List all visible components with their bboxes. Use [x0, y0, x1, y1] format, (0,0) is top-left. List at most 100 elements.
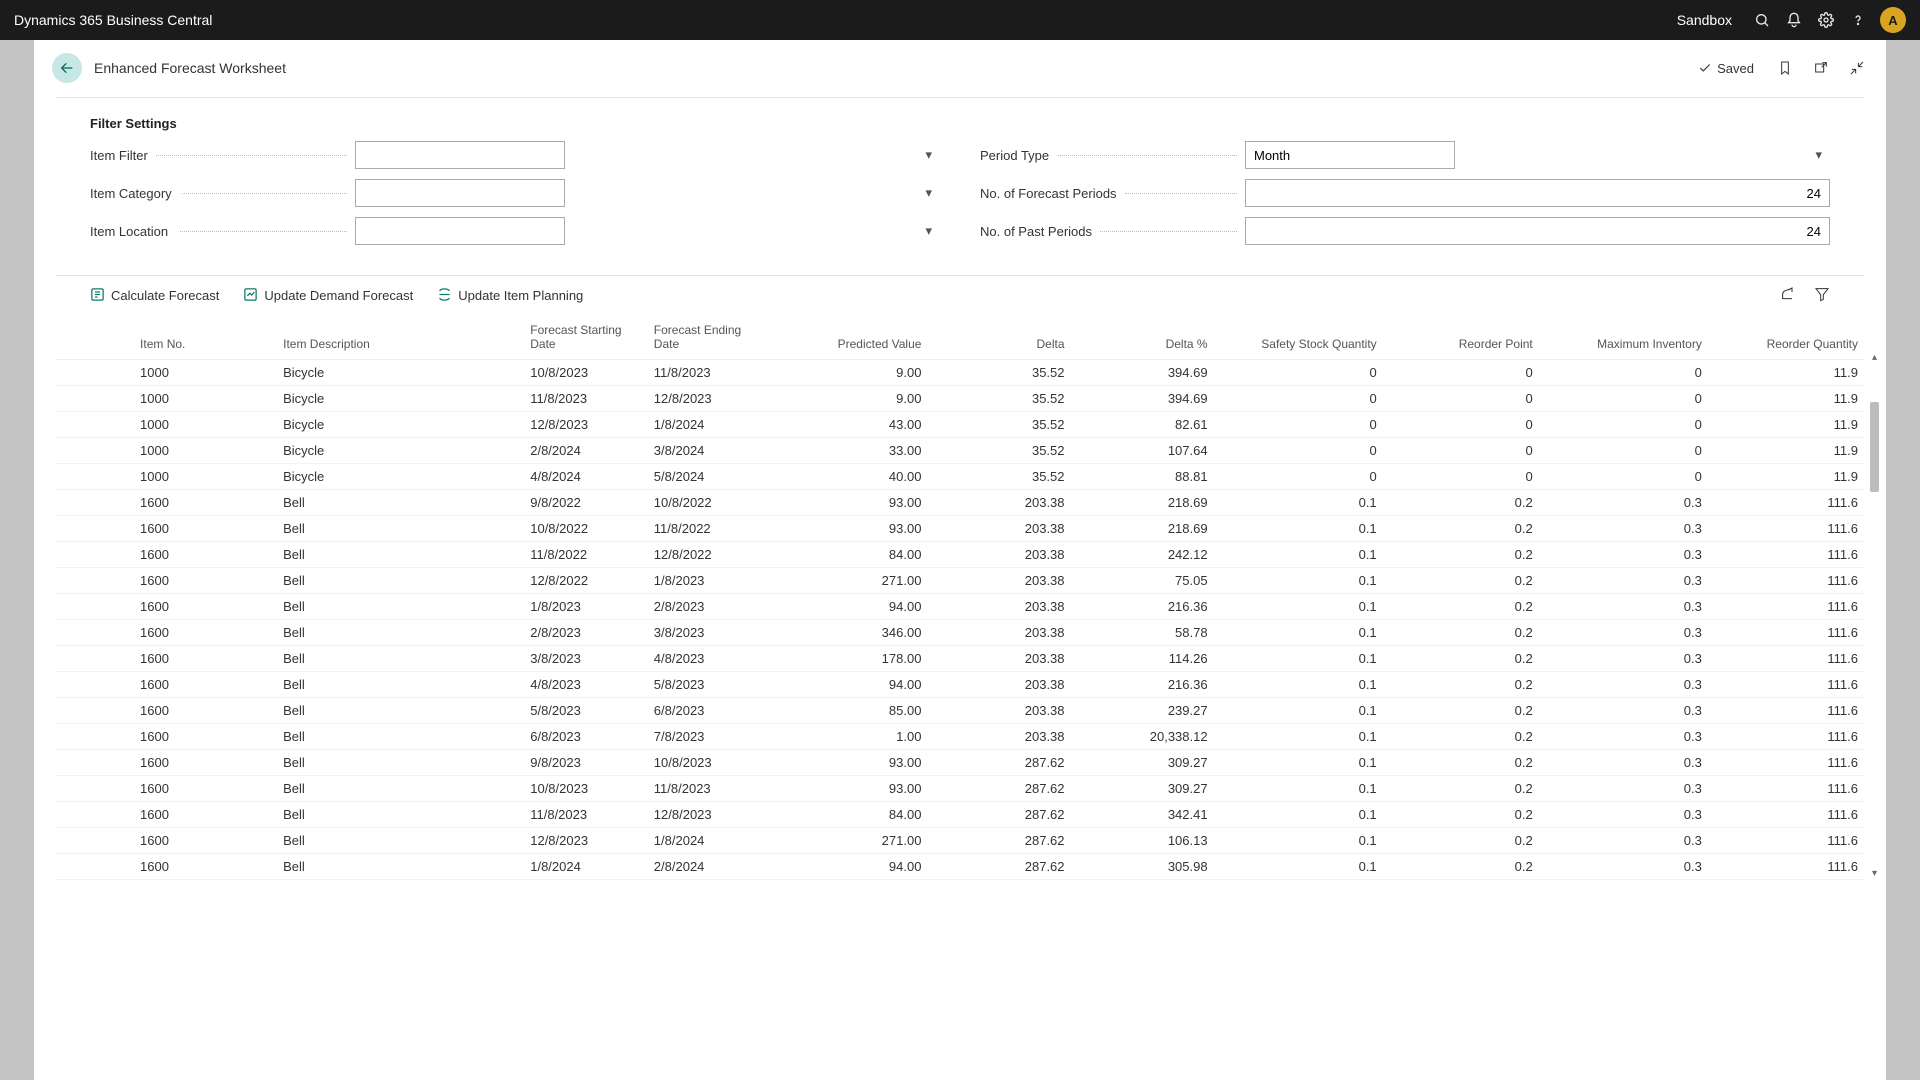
col-delta[interactable]: Delta	[927, 315, 1070, 360]
cell-max-inv: 0.3	[1539, 542, 1708, 568]
table-row[interactable]: 1600Bell10/8/202211/8/202293.00203.38218…	[56, 516, 1864, 542]
col-safety[interactable]: Safety Stock Quantity	[1214, 315, 1383, 360]
table-row[interactable]: 1600Bell11/8/202212/8/202284.00203.38242…	[56, 542, 1864, 568]
cell-safety: 0	[1214, 360, 1383, 386]
checkmark-icon	[1698, 61, 1712, 75]
cell-predicted: 94.00	[771, 672, 927, 698]
cell-reorder-point: 0.2	[1383, 724, 1539, 750]
period-type-select[interactable]	[1245, 141, 1455, 169]
cell-fc-start: 10/8/2023	[524, 776, 648, 802]
cell-delta-pct: 216.36	[1071, 672, 1214, 698]
item-category-input[interactable]	[355, 179, 565, 207]
table-row[interactable]: 1600Bell11/8/202312/8/202384.00287.62342…	[56, 802, 1864, 828]
cell-reorder-qty: 111.6	[1708, 568, 1864, 594]
cell-reorder-point: 0.2	[1383, 854, 1539, 880]
cell-delta: 203.38	[927, 620, 1070, 646]
col-fc-end[interactable]: Forecast Ending Date	[648, 315, 772, 360]
cell-delta-pct: 75.05	[1071, 568, 1214, 594]
update-demand-forecast-button[interactable]: Update Demand Forecast	[243, 287, 413, 305]
item-filter-input[interactable]	[355, 141, 565, 169]
scroll-up-arrow[interactable]: ▴	[1867, 350, 1882, 364]
cell-reorder-qty: 111.6	[1708, 828, 1864, 854]
table-row[interactable]: 1600Bell12/8/20221/8/2023271.00203.3875.…	[56, 568, 1864, 594]
cell-delta: 35.52	[927, 386, 1070, 412]
col-item-no[interactable]: Item No.	[134, 315, 277, 360]
cell-item-desc: Bell	[277, 646, 524, 672]
table-row[interactable]: 1000Bicycle2/8/20243/8/202433.0035.52107…	[56, 438, 1864, 464]
cell-fc-end: 11/8/2023	[648, 776, 772, 802]
col-fc-start[interactable]: Forecast Starting Date	[524, 315, 648, 360]
past-periods-input[interactable]	[1245, 217, 1830, 245]
table-row[interactable]: 1600Bell2/8/20233/8/2023346.00203.3858.7…	[56, 620, 1864, 646]
table-row[interactable]: 1600Bell6/8/20237/8/20231.00203.3820,338…	[56, 724, 1864, 750]
cell-fc-start: 4/8/2023	[524, 672, 648, 698]
update-item-planning-button[interactable]: Update Item Planning	[437, 287, 583, 305]
table-row[interactable]: 1600Bell1/8/20232/8/202394.00203.38216.3…	[56, 594, 1864, 620]
calculate-icon	[90, 287, 105, 305]
table-row[interactable]: 1600Bell4/8/20235/8/202394.00203.38216.3…	[56, 672, 1864, 698]
table-row[interactable]: 1600Bell9/8/202210/8/202293.00203.38218.…	[56, 490, 1864, 516]
cell-delta-pct: 309.27	[1071, 750, 1214, 776]
cell-predicted: 346.00	[771, 620, 927, 646]
cell-item-no: 1600	[134, 568, 277, 594]
cell-safety: 0.1	[1214, 490, 1383, 516]
filter-icon[interactable]	[1814, 286, 1830, 305]
search-icon[interactable]	[1746, 4, 1778, 36]
cell-fc-start: 11/8/2023	[524, 386, 648, 412]
item-location-input[interactable]	[355, 217, 565, 245]
cell-predicted: 40.00	[771, 464, 927, 490]
cell-predicted: 93.00	[771, 776, 927, 802]
col-item-desc[interactable]: Item Description	[277, 315, 524, 360]
col-reorder-qty[interactable]: Reorder Quantity	[1708, 315, 1864, 360]
scroll-thumb[interactable]	[1870, 402, 1879, 492]
scroll-down-arrow[interactable]: ▾	[1867, 866, 1882, 880]
table-row[interactable]: 1600Bell9/8/202310/8/202393.00287.62309.…	[56, 750, 1864, 776]
filter-row-past-periods: No. of Past Periods	[980, 217, 1830, 245]
cell-max-inv: 0.3	[1539, 568, 1708, 594]
cell-fc-end: 10/8/2023	[648, 750, 772, 776]
help-icon[interactable]	[1842, 4, 1874, 36]
user-avatar[interactable]: A	[1880, 7, 1906, 33]
table-row[interactable]: 1000Bicycle11/8/202312/8/20239.0035.5239…	[56, 386, 1864, 412]
forecast-periods-input[interactable]	[1245, 179, 1830, 207]
cell-predicted: 94.00	[771, 854, 927, 880]
table-row[interactable]: 1600Bell5/8/20236/8/202385.00203.38239.2…	[56, 698, 1864, 724]
table-row[interactable]: 1000Bicycle10/8/202311/8/20239.0035.5239…	[56, 360, 1864, 386]
page-container: Enhanced Forecast Worksheet Saved Filter…	[34, 40, 1886, 1080]
table-row[interactable]: 1000Bicycle12/8/20231/8/202443.0035.5282…	[56, 412, 1864, 438]
vertical-scrollbar[interactable]: ▴ ▾	[1867, 350, 1882, 880]
scroll-track[interactable]	[1870, 364, 1879, 866]
table-row[interactable]: 1600Bell3/8/20234/8/2023178.00203.38114.…	[56, 646, 1864, 672]
table-row[interactable]: 1600Bell12/8/20231/8/2024271.00287.62106…	[56, 828, 1864, 854]
cell-reorder-point: 0.2	[1383, 516, 1539, 542]
cell-safety: 0.1	[1214, 672, 1383, 698]
cell-item-desc: Bell	[277, 542, 524, 568]
collapse-icon[interactable]	[1846, 57, 1868, 79]
table-row[interactable]: 1600Bell10/8/202311/8/202393.00287.62309…	[56, 776, 1864, 802]
cell-predicted: 33.00	[771, 438, 927, 464]
cell-reorder-qty: 111.6	[1708, 750, 1864, 776]
settings-icon[interactable]	[1810, 4, 1842, 36]
cell-item-desc: Bell	[277, 802, 524, 828]
col-predicted[interactable]: Predicted Value	[771, 315, 927, 360]
cell-reorder-point: 0.2	[1383, 620, 1539, 646]
table-row[interactable]: 1600Bell1/8/20242/8/202494.00287.62305.9…	[56, 854, 1864, 880]
col-reorder-point[interactable]: Reorder Point	[1383, 315, 1539, 360]
popout-icon[interactable]	[1810, 57, 1832, 79]
table-row[interactable]: 1000Bicycle4/8/20245/8/202440.0035.5288.…	[56, 464, 1864, 490]
share-icon[interactable]	[1780, 286, 1796, 305]
cell-fc-end: 12/8/2023	[648, 386, 772, 412]
cell-safety: 0.1	[1214, 516, 1383, 542]
cell-item-no: 1000	[134, 464, 277, 490]
back-button[interactable]	[52, 53, 82, 83]
col-delta-pct[interactable]: Delta %	[1071, 315, 1214, 360]
notifications-icon[interactable]	[1778, 4, 1810, 36]
col-max-inv[interactable]: Maximum Inventory	[1539, 315, 1708, 360]
cell-item-no: 1000	[134, 360, 277, 386]
cell-max-inv: 0	[1539, 386, 1708, 412]
cell-reorder-qty: 111.6	[1708, 724, 1864, 750]
calculate-forecast-button[interactable]: Calculate Forecast	[90, 287, 219, 305]
cell-reorder-qty: 111.6	[1708, 646, 1864, 672]
bookmark-icon[interactable]	[1774, 57, 1796, 79]
cell-reorder-qty: 11.9	[1708, 464, 1864, 490]
